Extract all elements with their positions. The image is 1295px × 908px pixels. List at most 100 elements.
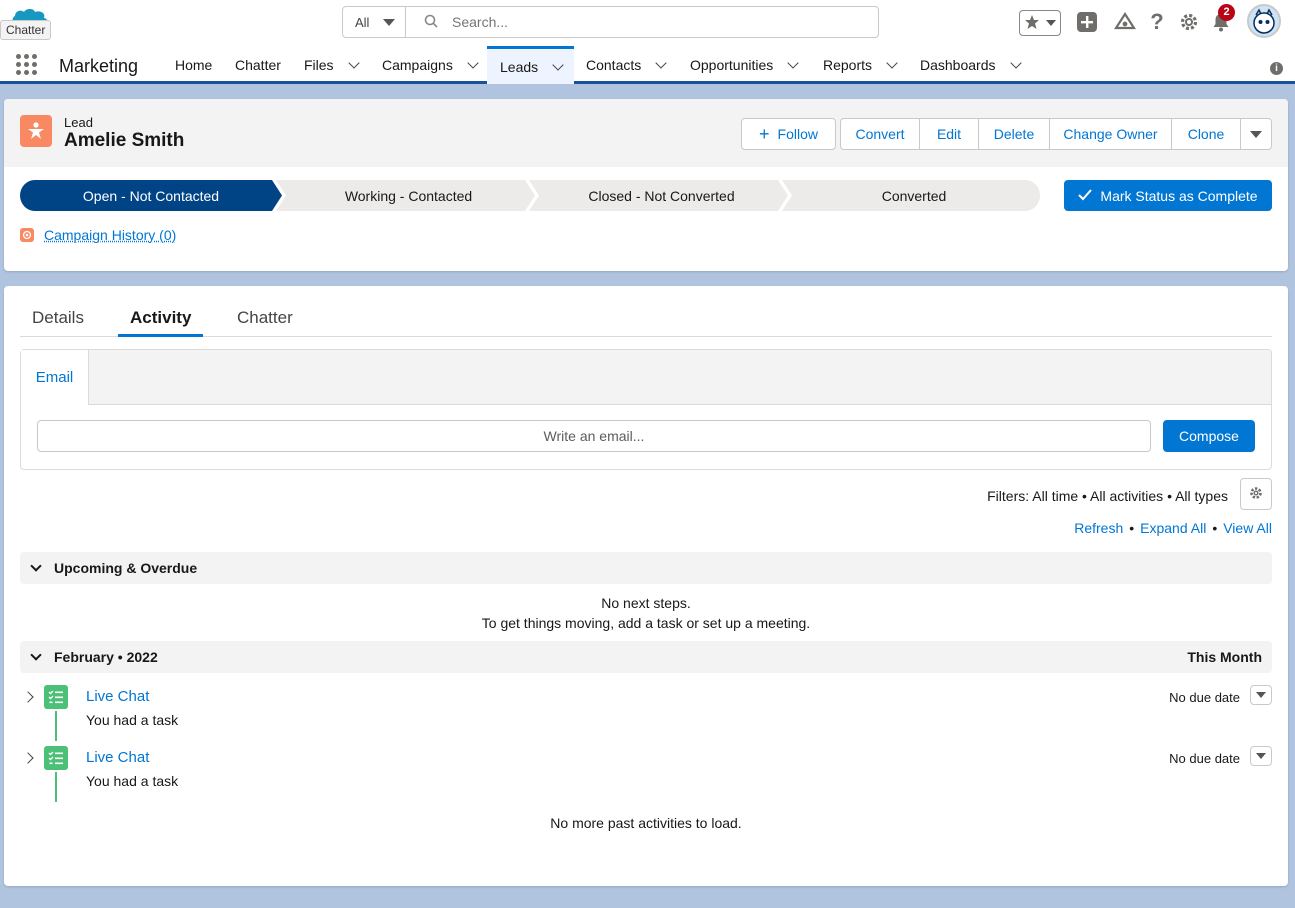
nav-item-label: Reports <box>823 57 873 73</box>
info-icon[interactable]: i <box>1270 62 1283 75</box>
path-stage-open-not-contacted[interactable]: Open - Not Contacted <box>20 180 282 211</box>
chevron-down-icon[interactable] <box>467 57 479 69</box>
compose-button[interactable]: Compose <box>1163 420 1255 452</box>
follow-button[interactable]: + Follow <box>741 118 836 150</box>
trailhead-icon[interactable] <box>1113 10 1137 34</box>
chevron-down-icon[interactable] <box>30 649 42 661</box>
user-avatar[interactable] <box>1247 4 1281 38</box>
chevron-down-icon[interactable] <box>1009 57 1022 69</box>
nav-item-chatter[interactable]: Chatter <box>235 46 281 84</box>
separator-dot: • <box>1129 520 1135 536</box>
chevron-down-icon[interactable] <box>552 58 564 71</box>
convert-button[interactable]: Convert <box>840 118 919 150</box>
caret-down-icon <box>1250 130 1262 138</box>
clone-button[interactable]: Clone <box>1171 118 1240 150</box>
notification-count-badge: 2 <box>1218 4 1235 21</box>
nav-item-label: Home <box>175 57 213 73</box>
separator-dot: • <box>1212 520 1218 536</box>
plus-icon: + <box>759 124 770 144</box>
app-launcher-icon[interactable] <box>16 54 38 76</box>
caret-down-icon <box>1256 753 1266 759</box>
caret-down-icon <box>383 18 396 26</box>
chevron-down-icon[interactable] <box>347 57 360 69</box>
nav-item-label: Dashboards <box>920 57 996 73</box>
mark-status-complete-button[interactable]: Mark Status as Complete <box>1064 180 1272 211</box>
setup-gear-icon[interactable] <box>1177 10 1201 34</box>
more-actions-button[interactable] <box>1240 118 1272 150</box>
task-due-date: No due date <box>1169 690 1240 705</box>
no-steps-hint: To get things moving, add a task or set … <box>481 615 811 631</box>
app-nav-bar: Marketing Home Chatter Files Campaigns L… <box>0 46 1295 84</box>
search-field <box>406 14 878 31</box>
activity-links: Refresh • Expand All • View All <box>1074 520 1272 536</box>
publisher-tab-email[interactable]: Email <box>21 350 89 405</box>
month-section[interactable]: February • 2022 This Month <box>20 641 1272 673</box>
activity-filters-text: Filters: All time • All activities • All… <box>987 488 1228 504</box>
no-steps-line: No next steps. <box>601 595 691 611</box>
no-more-activities-text: No more past activities to load. <box>550 815 742 831</box>
tab-details[interactable]: Details <box>20 308 96 337</box>
favorites-group <box>1019 8 1061 38</box>
timeline-item: Live Chat You had a task No due date <box>20 685 1272 745</box>
chevron-down-icon[interactable] <box>655 57 667 69</box>
gear-icon <box>1249 486 1263 503</box>
task-title-link[interactable]: Live Chat <box>86 688 149 705</box>
expand-all-link[interactable]: Expand All <box>1140 520 1206 536</box>
nav-item-dashboards[interactable]: Dashboards <box>920 46 1022 84</box>
nav-item-label: Contacts <box>586 57 642 73</box>
change-owner-button[interactable]: Change Owner <box>1049 118 1171 150</box>
help-icon[interactable]: ? <box>1145 9 1169 34</box>
task-menu-button[interactable] <box>1250 746 1272 766</box>
record-header-card: Lead Amelie Smith + Follow Convert Edit … <box>4 99 1288 271</box>
timeline-connector <box>55 711 57 741</box>
global-header: Chatter All ? 2 <box>0 0 1295 46</box>
task-icon <box>44 746 68 770</box>
no-next-steps-text: No next steps. To get things moving, add… <box>20 593 1272 633</box>
nav-item-contacts[interactable]: Contacts <box>586 46 667 84</box>
task-title-link[interactable]: Live Chat <box>86 749 149 766</box>
follow-button-label: Follow <box>777 126 818 142</box>
refresh-link[interactable]: Refresh <box>1074 520 1123 536</box>
tab-chatter[interactable]: Chatter <box>225 308 305 337</box>
expand-chevron-icon[interactable] <box>22 691 34 703</box>
upcoming-overdue-section[interactable]: Upcoming & Overdue <box>20 552 1272 584</box>
nav-item-leads[interactable]: Leads <box>487 46 574 84</box>
view-all-link[interactable]: View All <box>1223 520 1272 536</box>
nav-item-files[interactable]: Files <box>304 46 360 84</box>
record-highlights: Lead Amelie Smith + Follow Convert Edit … <box>4 99 1288 167</box>
expand-chevron-icon[interactable] <box>22 752 34 764</box>
tab-activity[interactable]: Activity <box>118 308 204 337</box>
campaign-history-link[interactable]: Campaign History (0) <box>44 227 176 243</box>
favorites-button[interactable] <box>1019 10 1061 36</box>
nav-item-home[interactable]: Home <box>175 46 212 84</box>
activity-publisher: Email Write an email... Compose <box>20 349 1272 470</box>
search-input[interactable] <box>452 14 832 30</box>
chevron-down-icon[interactable] <box>30 560 42 572</box>
nav-item-reports[interactable]: Reports <box>823 46 898 84</box>
search-scope-select[interactable]: All <box>343 7 406 37</box>
lead-icon <box>20 115 52 147</box>
campaign-icon <box>20 228 34 242</box>
path-stage-working-contacted[interactable]: Working - Contacted <box>282 180 535 211</box>
chevron-down-icon[interactable] <box>886 57 898 69</box>
nav-item-label: Leads <box>500 58 539 75</box>
mark-status-label: Mark Status as Complete <box>1100 187 1258 204</box>
nav-item-campaigns[interactable]: Campaigns <box>382 46 479 84</box>
task-subtitle: You had a task <box>86 712 179 728</box>
chevron-down-icon[interactable] <box>787 57 799 69</box>
global-actions-icon[interactable] <box>1075 10 1099 34</box>
path-stage-converted[interactable]: Converted <box>788 180 1040 211</box>
delete-button[interactable]: Delete <box>978 118 1049 150</box>
edit-button[interactable]: Edit <box>919 118 978 150</box>
path-stage-closed-not-converted[interactable]: Closed - Not Converted <box>535 180 788 211</box>
task-menu-button[interactable] <box>1250 685 1272 705</box>
filter-settings-button[interactable] <box>1240 478 1272 510</box>
record-action-group: Convert Edit Delete Change Owner Clone <box>840 118 1272 150</box>
nav-item-label: Chatter <box>235 57 281 73</box>
search-icon <box>424 14 438 31</box>
logo-tooltip: Chatter <box>0 20 52 40</box>
app-name: Marketing <box>59 56 139 76</box>
nav-item-opportunities[interactable]: Opportunities <box>690 46 799 84</box>
publisher-tab-bar: Email <box>21 350 1271 405</box>
email-composer-input[interactable]: Write an email... <box>37 420 1151 452</box>
